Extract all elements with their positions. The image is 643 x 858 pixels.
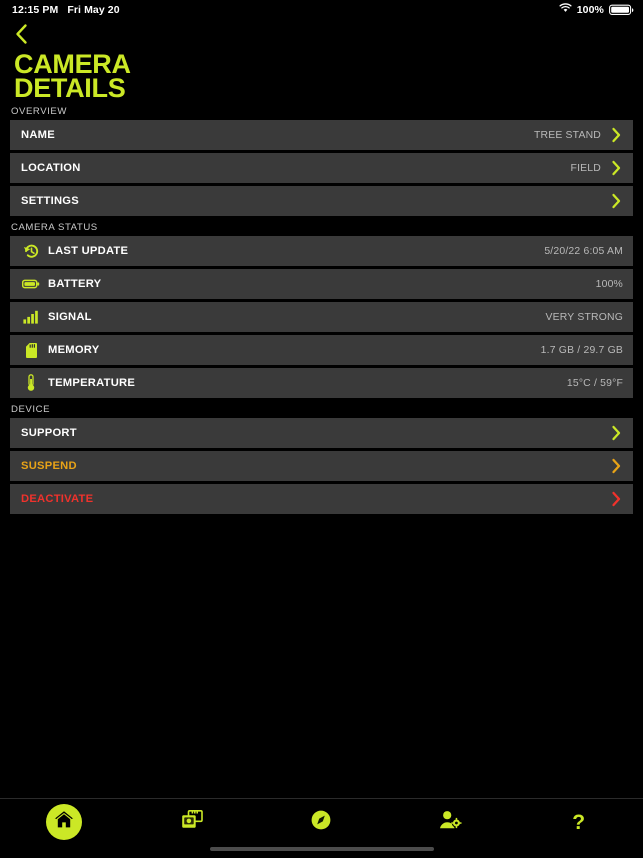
row-value: TREE STAND — [533, 129, 601, 141]
row-label: TEMPERATURE — [48, 377, 136, 389]
row-label: MEMORY — [48, 344, 100, 356]
row-label: SIGNAL — [48, 311, 92, 323]
content-area: OVERVIEW NAME TREE STAND LOCATION FIELD … — [0, 102, 643, 514]
signal-bars-icon — [21, 310, 41, 324]
row-temperature: TEMPERATURE 15°C / 59°F — [10, 368, 633, 398]
camera-status-section: LAST UPDATE 5/20/22 6:05 AM BATTERY 100% — [10, 236, 633, 398]
row-label: SUPPORT — [21, 427, 77, 439]
home-active-indicator — [46, 804, 83, 840]
row-suspend[interactable]: SUSPEND — [10, 451, 633, 481]
row-battery: BATTERY 100% — [10, 269, 633, 299]
page-title: CAMERA DETAILS — [14, 51, 643, 103]
compass-icon — [310, 809, 332, 836]
back-button[interactable] — [14, 23, 48, 49]
battery-percent-label: 100% — [576, 3, 604, 16]
sd-card-icon — [21, 342, 41, 359]
row-value: 1.7 GB / 29.7 GB — [540, 344, 623, 356]
status-date: Fri May 20 — [67, 3, 120, 16]
chevron-right-icon — [607, 160, 625, 176]
home-indicator[interactable] — [209, 847, 434, 851]
home-icon — [54, 810, 74, 834]
section-label-device: DEVICE — [11, 404, 51, 415]
bottom-tab-bar: ? — [0, 798, 643, 845]
row-label: SETTINGS — [21, 195, 79, 207]
status-bar-right: 100% — [559, 3, 634, 16]
status-time: 12:15 PM — [12, 3, 59, 16]
row-label: BATTERY — [48, 278, 102, 290]
overview-section: NAME TREE STAND LOCATION FIELD SETTINGS — [10, 120, 633, 216]
row-label: LOCATION — [21, 162, 81, 174]
row-value: FIELD — [570, 162, 601, 174]
section-label-camera-status: CAMERA STATUS — [11, 222, 98, 233]
battery-full-icon — [609, 4, 634, 16]
row-signal: SIGNAL VERY STRONG — [10, 302, 633, 332]
photo-stack-icon — [181, 809, 204, 835]
row-last-update: LAST UPDATE 5/20/22 6:05 AM — [10, 236, 633, 266]
tab-home[interactable] — [0, 799, 129, 846]
chevron-right-icon — [607, 491, 625, 507]
row-label: SUSPEND — [21, 460, 77, 472]
tab-map[interactable] — [257, 799, 386, 846]
thermometer-icon — [21, 374, 41, 392]
empty-space — [0, 514, 643, 798]
status-bar-left: 12:15 PM Fri May 20 — [12, 4, 120, 16]
chevron-right-icon — [607, 193, 625, 209]
row-value: VERY STRONG — [545, 311, 623, 323]
row-label: DEACTIVATE — [21, 493, 94, 505]
row-label: LAST UPDATE — [48, 245, 129, 257]
chevron-right-icon — [607, 425, 625, 441]
tab-gallery[interactable] — [129, 799, 258, 846]
row-label: NAME — [21, 129, 55, 141]
row-support[interactable]: SUPPORT — [10, 418, 633, 448]
tab-help[interactable]: ? — [514, 799, 643, 846]
row-value: 5/20/22 6:05 AM — [544, 245, 623, 257]
chevron-left-icon — [14, 23, 29, 50]
home-indicator-area — [0, 845, 643, 858]
row-value: 15°C / 59°F — [566, 377, 623, 389]
row-memory: MEMORY 1.7 GB / 29.7 GB — [10, 335, 633, 365]
question-mark-icon: ? — [572, 810, 586, 834]
section-label-overview: OVERVIEW — [11, 106, 67, 117]
page-header: CAMERA DETAILS — [0, 19, 643, 102]
chevron-right-icon — [607, 458, 625, 474]
row-settings[interactable]: SETTINGS — [10, 186, 633, 216]
device-section: SUPPORT SUSPEND DEACTIVATE — [10, 418, 633, 514]
page-title-line-2: DETAILS — [14, 73, 126, 103]
battery-icon — [21, 278, 41, 290]
row-deactivate[interactable]: DEACTIVATE — [10, 484, 633, 514]
chevron-right-icon — [607, 127, 625, 143]
camera-details-screen: 12:15 PM Fri May 20 100% CAMERA DETAILS … — [0, 0, 643, 858]
wifi-icon — [559, 3, 572, 16]
user-settings-icon — [439, 810, 462, 835]
row-name[interactable]: NAME TREE STAND — [10, 120, 633, 150]
tab-account[interactable] — [386, 799, 515, 846]
history-clock-icon — [21, 243, 41, 260]
row-location[interactable]: LOCATION FIELD — [10, 153, 633, 183]
row-value: 100% — [595, 278, 623, 290]
status-bar: 12:15 PM Fri May 20 100% — [0, 0, 643, 19]
